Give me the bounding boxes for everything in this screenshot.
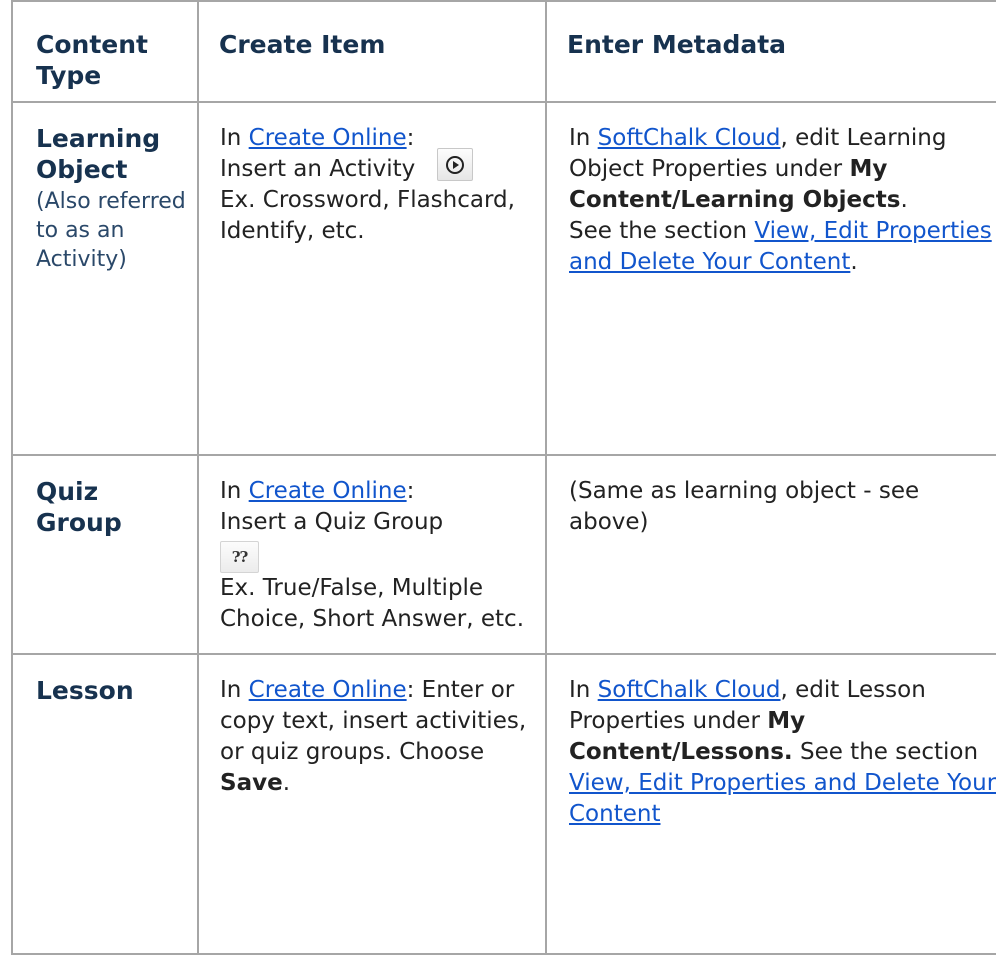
header-enter-metadata: Enter Metadata bbox=[545, 0, 996, 103]
cell-create-item: In Create Online: Insert an Activity Ex.… bbox=[197, 101, 547, 456]
cell-content-type: Quiz Group bbox=[11, 454, 199, 655]
content-type-label: Lesson bbox=[36, 676, 134, 705]
metadata-text: (Same as learning object - see above) bbox=[569, 478, 920, 535]
table-row-quiz-group: Quiz Group In Create Online: Insert a Qu… bbox=[11, 454, 996, 655]
bold-text: Save bbox=[220, 770, 283, 796]
content-type-label: Learning Object bbox=[36, 124, 161, 184]
header-create-item: Create Item bbox=[197, 0, 547, 103]
cell-content-type: Learning Object (Also referred to as an … bbox=[11, 101, 199, 456]
text-fragment: . bbox=[850, 249, 858, 275]
text-fragment: In bbox=[569, 677, 598, 703]
create-online-link[interactable]: Create Online bbox=[249, 677, 407, 703]
cell-content-type: Lesson bbox=[11, 653, 199, 955]
content-type-label: Quiz Group bbox=[36, 477, 122, 537]
softchalk-cloud-link[interactable]: SoftChalk Cloud bbox=[598, 125, 781, 151]
text-fragment: . bbox=[282, 770, 290, 796]
text-fragment: . bbox=[900, 187, 908, 213]
cell-create-item: In Create Online: Insert a Quiz Group ??… bbox=[197, 454, 547, 655]
text-fragment: In bbox=[569, 125, 598, 151]
table-row-lesson: Lesson In Create Online: Enter or copy t… bbox=[11, 653, 996, 955]
cell-metadata: (Same as learning object - see above) bbox=[545, 454, 996, 655]
text-fragment: In bbox=[220, 125, 249, 151]
header-content-type: Content Type bbox=[11, 0, 199, 103]
step-text: Insert an Activity bbox=[220, 156, 416, 182]
text-fragment: : bbox=[406, 478, 415, 504]
quiz-group-icon: ?? bbox=[220, 541, 259, 573]
cell-create-item: In Create Online: Enter or copy text, in… bbox=[197, 653, 547, 955]
view-edit-properties-link[interactable]: View, Edit Properties and Delete Your Co… bbox=[569, 770, 996, 827]
text-fragment: : bbox=[406, 125, 415, 151]
cell-metadata: In SoftChalk Cloud, edit Learning Object… bbox=[545, 101, 996, 456]
text-fragment: See the section bbox=[792, 739, 979, 765]
play-circle-icon bbox=[437, 148, 474, 181]
softchalk-cloud-link[interactable]: SoftChalk Cloud bbox=[598, 677, 781, 703]
table-header-row: Content Type Create Item Enter Metadata bbox=[11, 0, 996, 103]
create-online-link[interactable]: Create Online bbox=[249, 478, 407, 504]
content-type-note: (Also referred to as an Activity) bbox=[36, 189, 186, 272]
cell-metadata: In SoftChalk Cloud, edit Lesson Properti… bbox=[545, 653, 996, 955]
content-type-table: Content Type Create Item Enter Metadata … bbox=[11, 0, 996, 955]
create-online-link[interactable]: Create Online bbox=[249, 125, 407, 151]
text-fragment: See the section bbox=[569, 218, 755, 244]
text-fragment: In bbox=[220, 677, 249, 703]
table-row-learning-object: Learning Object (Also referred to as an … bbox=[11, 101, 996, 456]
example-text: Ex. True/False, Multiple Choice, Short A… bbox=[220, 575, 525, 632]
example-text: Ex. Crossword, Flashcard, Identify, etc. bbox=[220, 187, 515, 244]
step-text: Insert a Quiz Group bbox=[220, 509, 444, 535]
text-fragment: In bbox=[220, 478, 249, 504]
